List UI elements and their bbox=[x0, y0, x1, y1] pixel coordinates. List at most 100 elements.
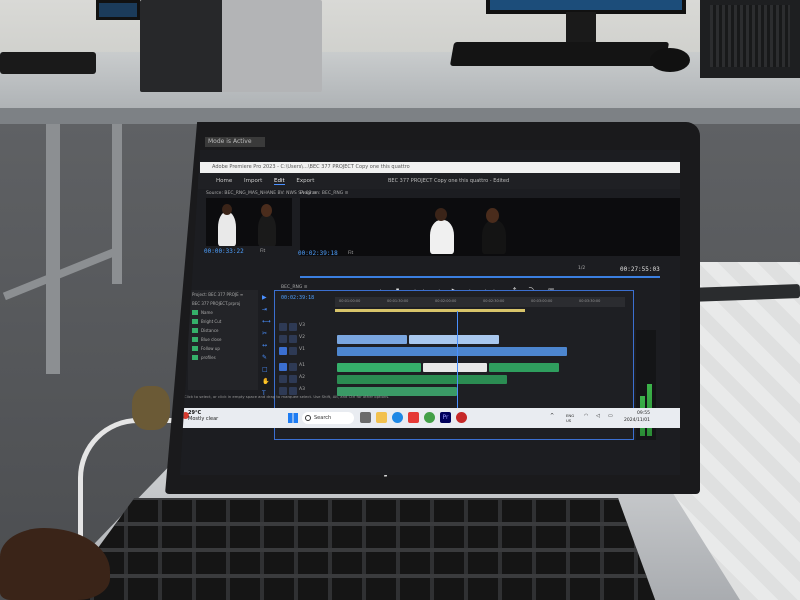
laptop-screen: Adobe Premiere Pro 2023 - C:\Users\...\B… bbox=[180, 150, 680, 475]
project-panel[interactable]: Project: BEC 377 PROJE ≡ BEC 377 PROJECT… bbox=[188, 290, 258, 390]
chrome-icon[interactable] bbox=[424, 412, 435, 423]
project-panel-title: Project: BEC 377 PROJE ≡ bbox=[192, 292, 244, 297]
project-search[interactable]: BEC 377 PROJECT.prproj bbox=[188, 299, 258, 308]
media-app-icon[interactable] bbox=[456, 412, 467, 423]
edge-icon[interactable] bbox=[392, 412, 403, 423]
clip-thumb-icon bbox=[192, 337, 198, 342]
timeline-ruler[interactable]: 00:01:00:00 00:01:30:00 00:02:00:00 00:0… bbox=[335, 297, 625, 307]
project-item[interactable]: Name bbox=[188, 308, 258, 317]
audio-clip[interactable] bbox=[489, 363, 559, 372]
taskbar-clock[interactable]: 09:55 2024/11/01 bbox=[624, 410, 650, 424]
program-person-right bbox=[482, 220, 506, 254]
home-tab[interactable]: Home bbox=[216, 178, 232, 184]
ruler-tick: 00:03:30:00 bbox=[579, 299, 601, 303]
source-fit[interactable]: Fit bbox=[260, 249, 265, 254]
search-placeholder: Search bbox=[314, 415, 332, 421]
program-timecode[interactable]: 00:02:39:18 bbox=[298, 250, 338, 257]
ripple-edit-icon[interactable]: ⟷ bbox=[262, 318, 271, 326]
program-resolution[interactable]: 1/2 bbox=[578, 266, 585, 271]
slip-tool-icon[interactable]: ↔ bbox=[262, 342, 270, 350]
track-select-icon[interactable]: ⇥ bbox=[262, 306, 270, 314]
ruler-tick: 00:03:00:00 bbox=[531, 299, 553, 303]
program-monitor-label[interactable]: Program: BEC_RNG ≡ bbox=[300, 191, 348, 196]
source-timecode[interactable]: 00:00:33:22 bbox=[204, 248, 244, 255]
clip-thumb-icon bbox=[192, 310, 198, 315]
taskbar-search[interactable]: Search bbox=[302, 412, 354, 424]
pen-tool-icon[interactable]: ✎ bbox=[262, 354, 270, 362]
program-duration: 00:27:55:03 bbox=[620, 266, 660, 273]
far-keyboard-left bbox=[0, 52, 96, 74]
ruler-tick: 00:02:30:00 bbox=[483, 299, 505, 303]
program-head-right bbox=[486, 208, 499, 223]
windows-taskbar: 29°C Mostly clear Search Pr ^ ENG US ◠ ◁… bbox=[180, 408, 680, 428]
pc-tower-left bbox=[140, 0, 322, 92]
rectangle-tool-icon[interactable]: □ bbox=[262, 366, 270, 374]
weather-desc: Mostly clear bbox=[188, 416, 219, 422]
audio-clip[interactable] bbox=[423, 363, 487, 372]
track-header-v1[interactable]: V1 bbox=[279, 347, 329, 356]
track-header-v2[interactable]: V2 bbox=[279, 335, 329, 344]
import-tab[interactable]: Import bbox=[244, 178, 262, 184]
track-header-a1[interactable]: A1 bbox=[279, 363, 329, 372]
program-person-left bbox=[430, 220, 454, 254]
razor-tool-icon[interactable]: ✂ bbox=[262, 330, 270, 338]
desk-leg-left bbox=[46, 124, 60, 374]
wifi-icon[interactable]: ◠ bbox=[584, 413, 588, 419]
source-monitor[interactable] bbox=[206, 198, 292, 246]
file-explorer-icon[interactable] bbox=[376, 412, 387, 423]
video-clip[interactable] bbox=[409, 335, 499, 344]
mode-tooltip: Mode is Active bbox=[205, 137, 265, 147]
track-header-v3[interactable]: V3 bbox=[279, 323, 329, 332]
timeline-title: BEC_RNG ≡ bbox=[281, 285, 308, 290]
audio-clip[interactable] bbox=[337, 363, 421, 372]
program-monitor[interactable] bbox=[300, 198, 680, 256]
track-header-a2[interactable]: A2 bbox=[279, 375, 329, 384]
premiere-taskbar-icon[interactable]: Pr bbox=[440, 412, 451, 423]
battery-icon[interactable]: ▭ bbox=[608, 413, 613, 419]
weather-widget[interactable]: 29°C Mostly clear bbox=[188, 410, 218, 422]
window-titlebar: Adobe Premiere Pro 2023 - C:\Users\...\B… bbox=[200, 162, 680, 173]
selection-tool-icon[interactable]: ▶ bbox=[262, 294, 270, 302]
video-clip[interactable] bbox=[337, 347, 567, 356]
status-bar: Click to select, or click in empty space… bbox=[184, 394, 390, 399]
far-mouse bbox=[650, 48, 690, 72]
keyboard-rows bbox=[60, 498, 656, 600]
far-keyboard-right bbox=[449, 42, 670, 66]
tray-chevron-icon[interactable]: ^ bbox=[550, 413, 554, 419]
far-desk-edge bbox=[0, 108, 800, 124]
far-monitor-stand bbox=[566, 12, 596, 46]
search-icon bbox=[305, 415, 311, 421]
timeline-timecode[interactable]: 00:02:39:18 bbox=[281, 295, 314, 301]
clock-time: 09:55 bbox=[636, 411, 650, 416]
source-person-left bbox=[218, 212, 236, 246]
export-tab[interactable]: Export bbox=[296, 178, 314, 184]
far-monitor-left bbox=[96, 0, 140, 20]
clip-thumb-icon bbox=[192, 355, 198, 360]
usb-device bbox=[132, 386, 170, 430]
source-head-right bbox=[261, 204, 272, 217]
desk-leg-mid bbox=[112, 124, 122, 284]
volume-icon[interactable]: ◁ bbox=[596, 413, 600, 419]
project-item[interactable]: Bright Cut bbox=[188, 317, 258, 326]
pc-tower-grill bbox=[710, 5, 790, 67]
project-item[interactable]: profiles bbox=[188, 353, 258, 362]
program-head-left bbox=[435, 208, 447, 221]
clip-thumb-icon bbox=[192, 319, 198, 324]
project-item[interactable]: Blue close bbox=[188, 335, 258, 344]
ruler-tick: 00:01:00:00 bbox=[339, 299, 361, 303]
language-indicator[interactable]: ENG US bbox=[566, 413, 574, 423]
program-fit[interactable]: Fit bbox=[348, 251, 353, 256]
project-item[interactable]: Distance bbox=[188, 326, 258, 335]
windows-start-icon[interactable] bbox=[288, 413, 298, 423]
video-clip[interactable] bbox=[337, 335, 407, 344]
source-person-right bbox=[258, 214, 276, 246]
edit-tab[interactable]: Edit bbox=[274, 178, 285, 185]
audio-clip[interactable] bbox=[337, 375, 507, 384]
project-item[interactable]: Follow up bbox=[188, 344, 258, 353]
program-scrub-bar[interactable] bbox=[300, 276, 660, 278]
hand-tool-icon[interactable]: ✋ bbox=[262, 378, 270, 386]
work-area-bar[interactable] bbox=[335, 309, 525, 312]
app-icon[interactable] bbox=[408, 412, 419, 423]
clock-date: 2024/11/01 bbox=[624, 418, 650, 423]
task-view-icon[interactable] bbox=[360, 412, 371, 423]
